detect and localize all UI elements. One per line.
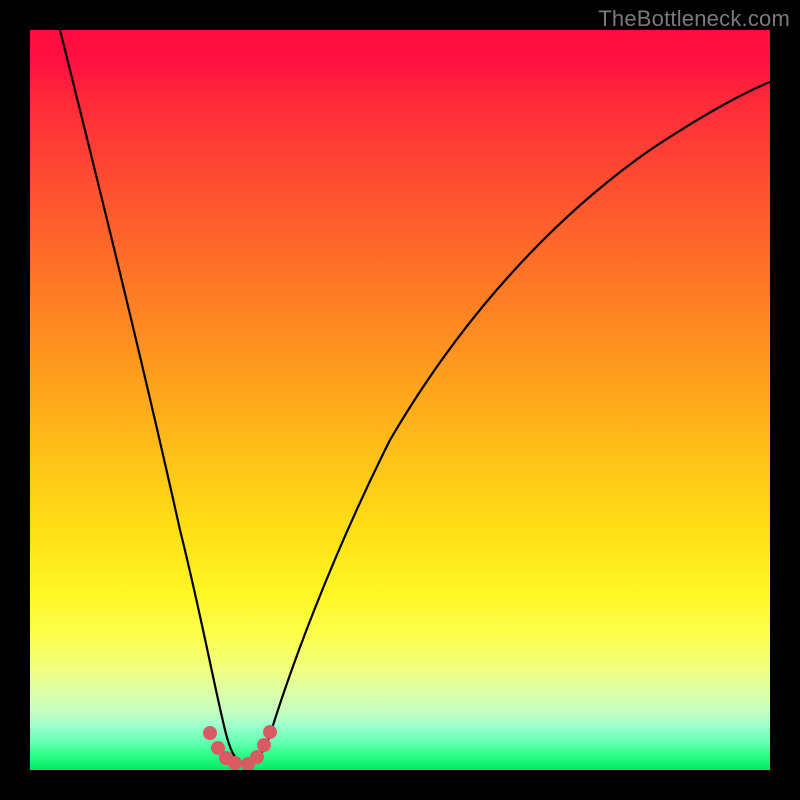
bottleneck-curve-path (60, 30, 770, 764)
valley-marker (257, 738, 271, 752)
valley-marker (263, 725, 277, 739)
valley-marker (250, 750, 264, 764)
valley-marker (228, 756, 242, 770)
valley-marker-group (203, 725, 277, 770)
watermark-text: TheBottleneck.com (598, 6, 790, 32)
valley-marker (203, 726, 217, 740)
chart-svg (30, 30, 770, 770)
chart-plot-area (30, 30, 770, 770)
